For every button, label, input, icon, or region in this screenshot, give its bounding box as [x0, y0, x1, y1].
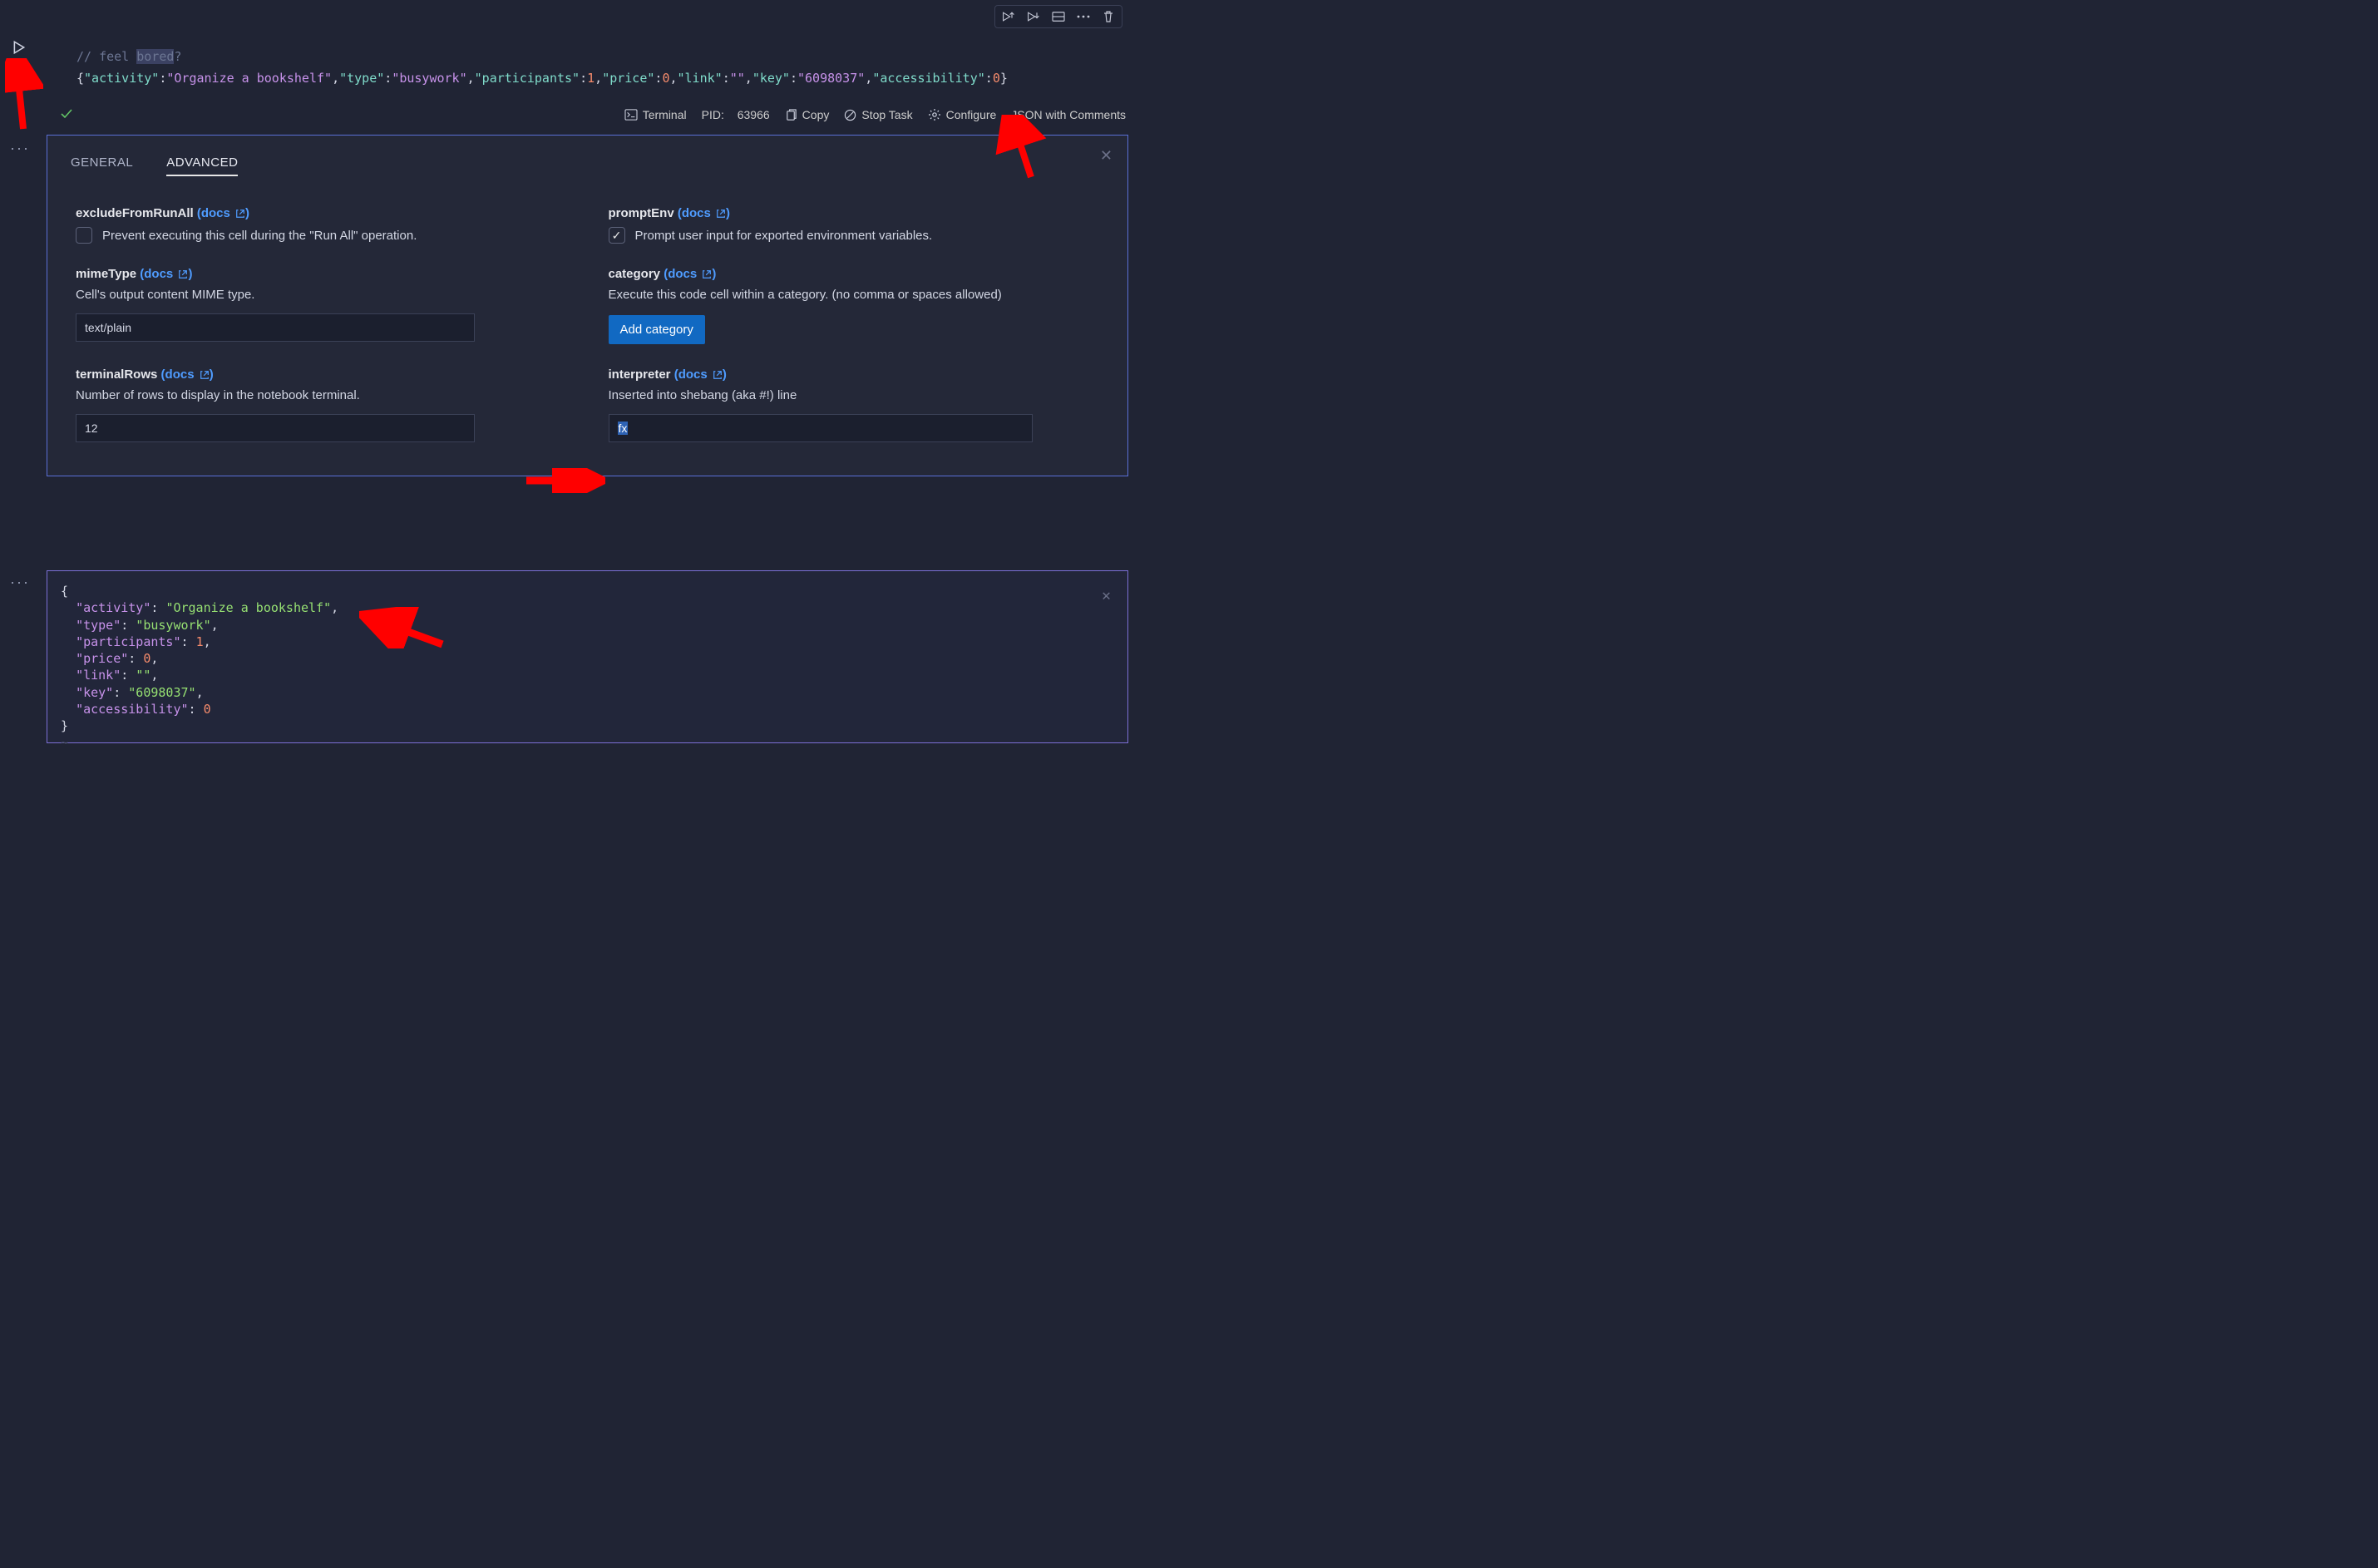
code-cell[interactable]: // feel bored? {"activity":"Organize a b… — [47, 35, 1124, 96]
close-icon[interactable]: ✕ — [1100, 147, 1113, 165]
gear-icon — [928, 108, 941, 121]
docs-link[interactable]: (docs ) — [140, 267, 192, 281]
external-link-icon — [713, 370, 723, 380]
field-mimeType: mimeType (docs ) Cell's output content M… — [76, 267, 562, 344]
terminal-indicator[interactable]: Terminal — [624, 108, 687, 121]
external-link-icon — [702, 269, 712, 279]
exclude-checkbox[interactable] — [76, 227, 92, 244]
code-line-2: {"activity":"Organize a bookshelf","type… — [76, 68, 1101, 90]
terminalrows-input[interactable] — [76, 414, 475, 442]
delete-cell-button[interactable] — [1097, 7, 1120, 26]
cell-toolbar — [994, 5, 1122, 28]
run-cell-button[interactable] — [12, 40, 27, 57]
annotation-arrow — [5, 58, 43, 133]
json-output: { "activity": "Organize a bookshelf", "t… — [61, 583, 1114, 734]
tab-advanced[interactable]: ADVANCED — [166, 155, 238, 176]
promptenv-checkbox[interactable] — [609, 227, 625, 244]
terminal-label: Terminal — [643, 108, 687, 121]
docs-link[interactable]: (docs ) — [674, 367, 727, 382]
output-cell[interactable]: ✕ { "activity": "Organize a bookshelf", … — [47, 570, 1128, 743]
external-link-icon — [716, 209, 726, 219]
execute-below-button[interactable] — [1022, 7, 1045, 26]
mimetype-input[interactable] — [76, 313, 475, 342]
code-line-1: // feel bored? — [76, 47, 1101, 68]
add-category-button[interactable]: Add category — [609, 315, 705, 344]
interpreter-input[interactable]: fx — [609, 414, 1033, 442]
configure-button[interactable]: Configure — [928, 108, 997, 121]
docs-link[interactable]: (docs ) — [197, 206, 249, 220]
copy-icon — [785, 109, 797, 121]
split-cell-button[interactable] — [1047, 7, 1070, 26]
field-terminalRows: terminalRows (docs ) Number of rows to d… — [76, 367, 562, 442]
tab-general[interactable]: GENERAL — [71, 155, 133, 176]
field-category: category (docs ) Execute this code cell … — [609, 267, 1095, 344]
close-icon[interactable]: ✕ — [1102, 586, 1111, 606]
stop-task-button[interactable]: Stop Task — [844, 108, 912, 121]
external-link-icon — [200, 370, 210, 380]
execute-above-button[interactable] — [997, 7, 1020, 26]
more-actions-button[interactable] — [1072, 7, 1095, 26]
docs-link[interactable]: (docs ) — [678, 206, 730, 220]
cell-status-bar: Terminal PID: 63966 Copy Stop Task Confi… — [47, 101, 1131, 128]
docs-link[interactable]: (docs ) — [161, 367, 214, 382]
pid-display: PID: 63966 — [702, 108, 770, 121]
external-link-icon — [235, 209, 245, 219]
vim-tilde: ~ — [61, 734, 1114, 751]
copy-button[interactable]: Copy — [785, 108, 830, 121]
docs-link[interactable]: (docs ) — [664, 267, 716, 281]
cell-config-panel: ✕ GENERAL ADVANCED excludeFromRunAll (do… — [47, 135, 1128, 476]
external-link-icon — [178, 269, 188, 279]
field-excludeFromRunAll: excludeFromRunAll (docs ) Prevent execut… — [76, 206, 562, 244]
field-promptEnv: promptEnv (docs ) Prompt user input for … — [609, 206, 1095, 244]
field-interpreter: interpreter (docs ) Inserted into sheban… — [609, 367, 1095, 442]
cell-gutter-menu[interactable]: ··· — [10, 140, 30, 157]
stop-icon — [844, 109, 856, 121]
output-gutter-menu[interactable]: ··· — [10, 574, 30, 591]
language-mode[interactable]: JSON with Comments — [1011, 108, 1126, 121]
terminal-icon — [624, 109, 638, 121]
success-icon — [60, 110, 73, 123]
